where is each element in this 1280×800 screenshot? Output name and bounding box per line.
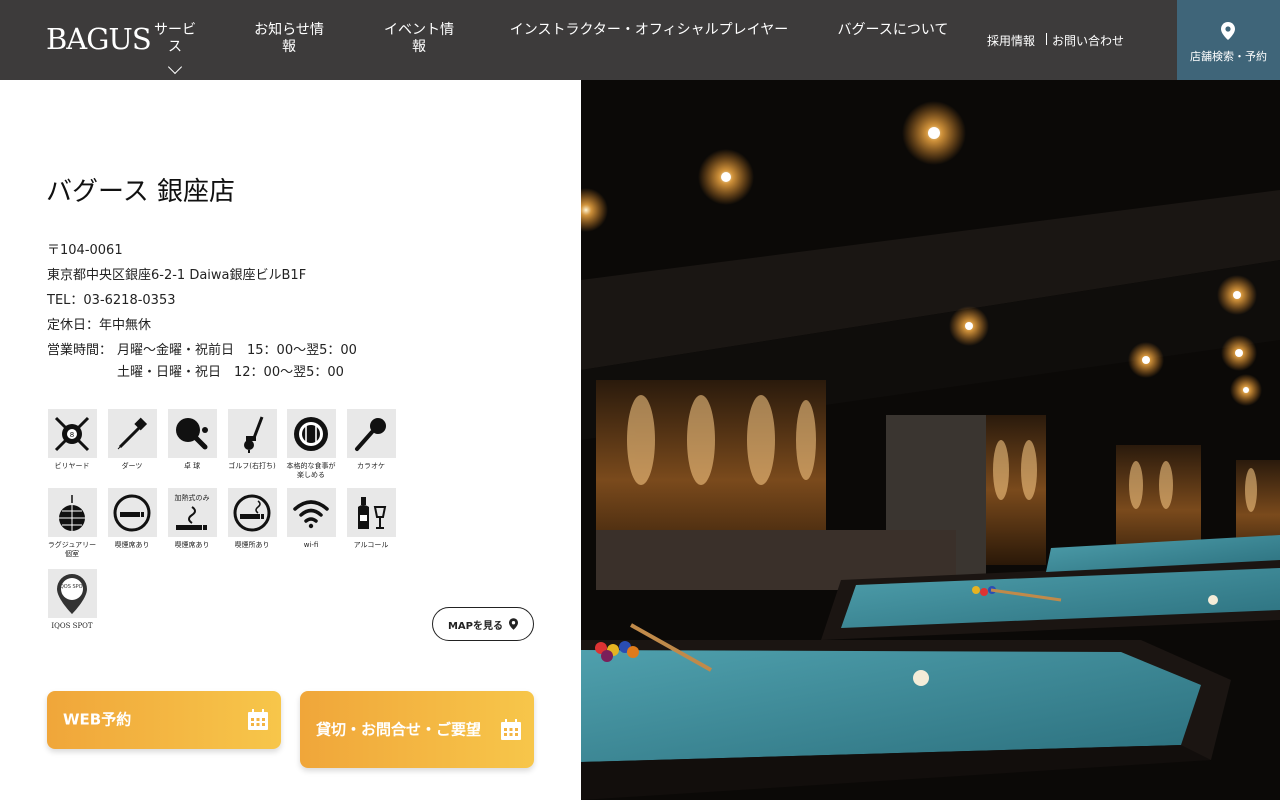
- amenity-smoking-area: 喫煙所あり: [226, 488, 278, 550]
- amenity-iqos: IQOS SPOT IQOS SPOT: [46, 569, 98, 631]
- web-reservation-button[interactable]: WEB予約: [47, 691, 281, 749]
- store-search-label: 店舗検索・予約: [1190, 50, 1267, 63]
- nav-recruit[interactable]: 採用情報: [987, 32, 1035, 49]
- chevron-down-icon: [167, 59, 183, 75]
- amenity-heated-tobacco: 加熱式のみ 喫煙席あり: [166, 488, 218, 550]
- amenity-label: IQOS SPOT: [51, 622, 93, 630]
- amenity-label: 喫煙席あり: [114, 541, 150, 549]
- amenity-label: wi-fi: [303, 541, 319, 549]
- calendar-icon: [501, 718, 521, 740]
- amenity-label: ラグジュアリー個室: [47, 541, 97, 558]
- hours-weekday: 月曜～金曜・祝前日 15：00～翌5：00: [117, 343, 357, 358]
- contact-request-label: 貸切・お問合せ・ご要望: [316, 720, 482, 738]
- iqos-spot-icon: IQOS SPOT: [57, 573, 87, 614]
- store-search-button[interactable]: 店舗検索・予約: [1177, 0, 1280, 80]
- wifi-icon: [293, 499, 329, 528]
- nav-contact[interactable]: お問い合わせ: [1052, 32, 1124, 49]
- amenity-smoking-seat: 喫煙席あり: [106, 488, 158, 550]
- amenity-karaoke: カラオケ: [345, 409, 397, 471]
- luxury-room-icon: [59, 494, 85, 531]
- billiards-icon: 8: [54, 416, 90, 451]
- amenity-darts: ダーツ: [106, 409, 158, 471]
- store-photo: [581, 80, 1280, 800]
- dining-icon: [294, 416, 328, 451]
- amenity-label: カラオケ: [357, 462, 385, 470]
- heated-only-tag: 加熱式のみ: [174, 493, 210, 502]
- alcohol-icon: [358, 496, 387, 529]
- amenity-label: 喫煙席あり: [174, 541, 210, 549]
- nav-about[interactable]: バグースについて: [834, 22, 952, 39]
- amenity-billiards: 8 ビリヤード: [46, 409, 98, 471]
- nav-events[interactable]: イベント情報: [378, 22, 460, 56]
- amenity-label: 本格的な食事が楽しめる: [286, 462, 336, 479]
- nav-instructor[interactable]: インストラクター・オフィシャルプレイヤー: [500, 22, 798, 39]
- phone[interactable]: TEL：03-6218-0353: [47, 289, 176, 308]
- amenity-label: アルコール: [353, 541, 389, 549]
- amenity-golf: ゴルフ(右打ち): [226, 409, 278, 471]
- closed-days: 定休日：年中無休: [47, 318, 152, 333]
- amenity-luxury-room: ラグジュアリー個室: [46, 488, 98, 559]
- darts-icon: [117, 417, 148, 449]
- amenity-alcohol: アルコール: [345, 488, 397, 550]
- svg-text:8: 8: [70, 431, 74, 439]
- amenity-label: ビリヤード: [54, 462, 90, 470]
- hours-weekend: 土曜・日曜・祝日 12：00～翌5：00: [117, 365, 344, 380]
- map-pin-icon: [1221, 22, 1235, 40]
- postal-code: 〒104-0061: [47, 243, 123, 258]
- amenity-table-tennis: 卓 球: [166, 409, 218, 471]
- amenity-label: 卓 球: [183, 462, 201, 470]
- web-reservation-label: WEB予約: [63, 710, 132, 729]
- nav-services[interactable]: サービス: [150, 22, 200, 75]
- logo[interactable]: BAGUS: [46, 22, 152, 56]
- table-tennis-icon: [176, 417, 208, 449]
- address: 東京都中央区銀座6-2-1 Daiwa銀座ビルB1F: [47, 268, 307, 283]
- calendar-icon: [248, 709, 268, 730]
- amenity-wifi: wi-fi: [285, 488, 337, 550]
- site-header: BAGUS サービス お知らせ情報 イベント情報 インストラクター・オフィシャル…: [0, 0, 1280, 80]
- iqos-logo-text: IQOS SPOT: [58, 584, 86, 590]
- map-button[interactable]: MAPを見る: [432, 607, 534, 641]
- map-button-label: MAPを見る: [447, 620, 504, 632]
- contact-request-button[interactable]: 貸切・お問合せ・ご要望: [300, 691, 534, 768]
- amenity-label: ダーツ: [121, 462, 143, 470]
- nav-news[interactable]: お知らせ情報: [248, 22, 330, 56]
- amenity-label: ゴルフ(右打ち): [228, 462, 276, 470]
- smoking-area-icon: [233, 494, 271, 531]
- smoking-seat-icon: [113, 494, 151, 531]
- amenity-label: 喫煙所あり: [234, 541, 270, 549]
- heated-tobacco-icon: [176, 505, 207, 530]
- hours-label: 営業時間：: [47, 343, 113, 358]
- nav-divider: [1046, 33, 1047, 45]
- karaoke-icon: [355, 417, 386, 451]
- golf-icon: [244, 415, 264, 453]
- map-pin-icon: [509, 618, 519, 630]
- nav-services-label: サービス: [154, 22, 196, 55]
- amenity-dining: 本格的な食事が楽しめる: [285, 409, 337, 480]
- store-title: バグース 銀座店: [46, 177, 235, 207]
